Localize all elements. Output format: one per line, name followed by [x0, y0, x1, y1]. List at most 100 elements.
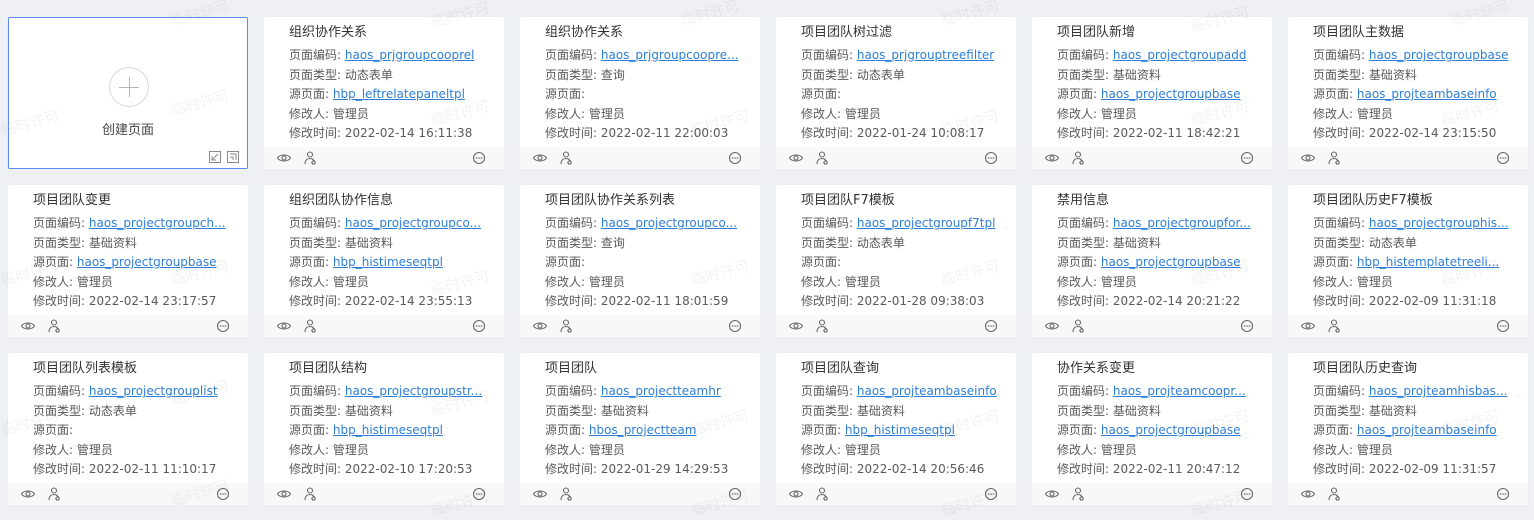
eye-icon[interactable] [532, 318, 548, 334]
more-icon[interactable] [1239, 486, 1255, 502]
eye-icon[interactable] [276, 318, 292, 334]
page-card[interactable]: 组织团队协作信息 页面编码: haos_projectgroupco... 页面类型… [264, 185, 504, 337]
share-icon[interactable] [814, 150, 830, 166]
field-link[interactable]: haos_projectgroupbase [1101, 87, 1241, 101]
field-link[interactable]: haos_projteambaseinfo [857, 384, 997, 398]
field-link[interactable]: haos_projteamhisbas... [1369, 384, 1508, 398]
eye-icon[interactable] [1044, 150, 1060, 166]
page-card[interactable]: 项目团队F7模板 页面编码: haos_projectgroupf7tpl 页面类型… [776, 185, 1016, 337]
share-icon[interactable] [558, 150, 574, 166]
share-icon[interactable] [1326, 150, 1342, 166]
more-icon[interactable] [727, 318, 743, 334]
field-link[interactable]: haos_projteambaseinfo [1357, 87, 1497, 101]
field-link[interactable]: haos_projectgroupstr... [345, 384, 482, 398]
page-card[interactable]: 组织协作关系 页面编码: haos_prjgroupcooprel 页面类型: 动态… [264, 17, 504, 169]
share-icon[interactable] [1326, 486, 1342, 502]
field-link[interactable]: haos_prjgroupcooprel [345, 48, 475, 62]
page-card[interactable]: 项目团队新增 页面编码: haos_projectgroupadd 页面类型: 基础… [1032, 17, 1272, 169]
eye-icon[interactable] [788, 486, 804, 502]
create-page-card[interactable]: 创建页面 [8, 17, 248, 169]
eye-icon[interactable] [276, 486, 292, 502]
more-icon[interactable] [983, 486, 999, 502]
eye-icon[interactable] [788, 318, 804, 334]
more-icon[interactable] [471, 318, 487, 334]
field-link[interactable]: haos_projectgroupbase [1369, 48, 1509, 62]
eye-icon[interactable] [532, 150, 548, 166]
field-link[interactable]: haos_projectgroupbase [77, 255, 217, 269]
page-card[interactable]: 项目团队树过滤 页面编码: haos_prjgrouptreefilter 页面类型… [776, 17, 1016, 169]
field-link[interactable]: haos_projectgroupf7tpl [857, 216, 996, 230]
share-icon[interactable] [1070, 486, 1086, 502]
field-link[interactable]: haos_projectgroupbase [1101, 423, 1241, 437]
field-link[interactable]: haos_projectteamhr [601, 384, 721, 398]
page-card[interactable]: 项目团队历史查询 页面编码: haos_projteamhisbas... 页面类型… [1288, 353, 1528, 505]
field-link[interactable]: hbp_histimeseqtpl [845, 423, 955, 437]
field-link[interactable]: hbp_histemplatetreeli... [1357, 255, 1499, 269]
import-icon[interactable] [209, 151, 221, 163]
more-icon[interactable] [727, 150, 743, 166]
eye-icon[interactable] [276, 150, 292, 166]
field-link[interactable]: haos_projectgrouplist [89, 384, 218, 398]
field-link[interactable]: hbp_histimeseqtpl [333, 423, 443, 437]
field-link[interactable]: haos_projectgroupfor... [1113, 216, 1251, 230]
eye-icon[interactable] [532, 486, 548, 502]
eye-icon[interactable] [1300, 486, 1316, 502]
page-card[interactable]: 项目团队 页面编码: haos_projectteamhr 页面类型: 基础资料 源页… [520, 353, 760, 505]
more-icon[interactable] [1239, 150, 1255, 166]
page-card[interactable]: 项目团队列表模板 页面编码: haos_projectgrouplist 页面类型:… [8, 353, 248, 505]
field-link[interactable]: haos_projteamcoopr... [1113, 384, 1246, 398]
field-link[interactable]: haos_projectgroupco... [345, 216, 481, 230]
page-card[interactable]: 组织协作关系 页面编码: haos_prjgroupcoopre... 页面类型: … [520, 17, 760, 169]
eye-icon[interactable] [788, 150, 804, 166]
share-icon[interactable] [302, 318, 318, 334]
share-icon[interactable] [558, 318, 574, 334]
field-link[interactable]: hbp_histimeseqtpl [333, 255, 443, 269]
share-icon[interactable] [302, 486, 318, 502]
page-card[interactable]: 项目团队查询 页面编码: haos_projteambaseinfo 页面类型: 基… [776, 353, 1016, 505]
more-icon[interactable] [1495, 318, 1511, 334]
eye-icon[interactable] [1044, 486, 1060, 502]
field-link[interactable]: haos_prjgrouptreefilter [857, 48, 994, 62]
more-icon[interactable] [215, 318, 231, 334]
more-icon[interactable] [1495, 486, 1511, 502]
more-icon[interactable] [1495, 150, 1511, 166]
field-link[interactable]: haos_projectgroupco... [601, 216, 737, 230]
field-link[interactable]: haos_projectgroupadd [1113, 48, 1247, 62]
field-link[interactable]: haos_projectgroupbase [1101, 255, 1241, 269]
more-icon[interactable] [215, 486, 231, 502]
share-icon[interactable] [1070, 150, 1086, 166]
page-card[interactable]: 项目团队主数据 页面编码: haos_projectgroupbase 页面类型: … [1288, 17, 1528, 169]
share-icon[interactable] [814, 486, 830, 502]
plus-icon[interactable] [109, 67, 149, 107]
page-card[interactable]: 项目团队结构 页面编码: haos_projectgroupstr... 页面类型:… [264, 353, 504, 505]
more-icon[interactable] [983, 150, 999, 166]
share-icon[interactable] [46, 318, 62, 334]
page-card[interactable]: 项目团队协作关系列表 页面编码: haos_projectgroupco... 页面… [520, 185, 760, 337]
eye-icon[interactable] [1044, 318, 1060, 334]
share-icon[interactable] [302, 150, 318, 166]
page-card[interactable]: 禁用信息 页面编码: haos_projectgroupfor... 页面类型: 基… [1032, 185, 1272, 337]
more-icon[interactable] [727, 486, 743, 502]
field-link[interactable]: hbos_projectteam [589, 423, 697, 437]
more-icon[interactable] [983, 318, 999, 334]
eye-icon[interactable] [1300, 150, 1316, 166]
expand-icon[interactable] [227, 151, 239, 163]
field-link[interactable]: haos_projteambaseinfo [1357, 423, 1497, 437]
share-icon[interactable] [1070, 318, 1086, 334]
eye-icon[interactable] [20, 318, 36, 334]
share-icon[interactable] [1326, 318, 1342, 334]
share-icon[interactable] [558, 486, 574, 502]
share-icon[interactable] [814, 318, 830, 334]
share-icon[interactable] [46, 486, 62, 502]
page-card[interactable]: 项目团队变更 页面编码: haos_projectgroupch... 页面类型: … [8, 185, 248, 337]
eye-icon[interactable] [20, 486, 36, 502]
more-icon[interactable] [471, 150, 487, 166]
more-icon[interactable] [1239, 318, 1255, 334]
page-card[interactable]: 项目团队历史F7模板 页面编码: haos_projectgrouphis... 页… [1288, 185, 1528, 337]
field-link[interactable]: haos_projectgroupch... [89, 216, 226, 230]
field-link[interactable]: haos_prjgroupcoopre... [601, 48, 739, 62]
more-icon[interactable] [471, 486, 487, 502]
eye-icon[interactable] [1300, 318, 1316, 334]
page-card[interactable]: 协作关系变更 页面编码: haos_projteamcoopr... 页面类型: 基… [1032, 353, 1272, 505]
field-link[interactable]: hbp_leftrelatepaneltpl [333, 87, 465, 101]
